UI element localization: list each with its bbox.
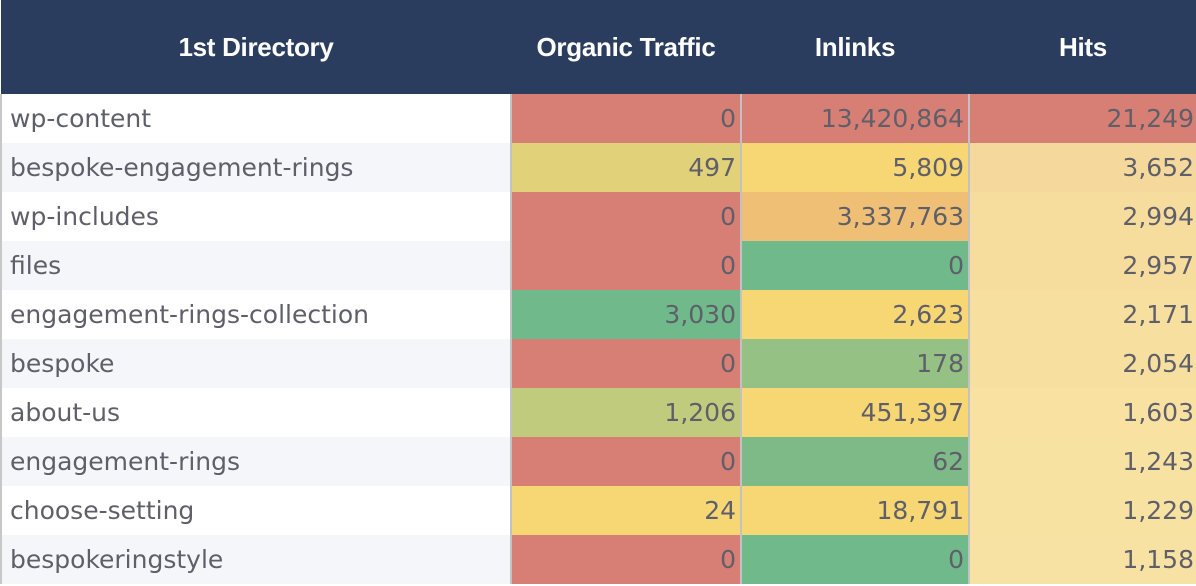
hits-cell: 2,054 bbox=[968, 339, 1196, 388]
hits-cell: 3,652 bbox=[968, 143, 1196, 192]
organic-traffic-cell: 0 bbox=[510, 192, 741, 241]
directory-cell: choose-setting bbox=[0, 486, 511, 535]
organic-traffic-cell: 1,206 bbox=[510, 388, 741, 437]
hits-cell: 2,957 bbox=[968, 241, 1196, 290]
organic-traffic-cell: 24 bbox=[510, 486, 741, 535]
table-row: bespoke 0 178 2,054 bbox=[0, 339, 1196, 388]
table-row: wp-content 0 13,420,864 21,249 bbox=[0, 94, 1196, 143]
header-hits[interactable]: Hits bbox=[969, 0, 1196, 94]
table-row: bespokeringstyle 0 0 1,158 bbox=[0, 535, 1196, 584]
organic-traffic-cell: 497 bbox=[510, 143, 741, 192]
directory-cell: bespoke bbox=[0, 339, 511, 388]
organic-traffic-cell: 0 bbox=[510, 241, 741, 290]
header-1st-directory[interactable]: 1st Directory bbox=[1, 0, 511, 94]
header-organic-traffic[interactable]: Organic Traffic bbox=[511, 0, 741, 94]
directory-cell: bespokeringstyle bbox=[0, 535, 511, 584]
directory-cell: bespoke-engagement-rings bbox=[0, 143, 511, 192]
inlinks-cell: 5,809 bbox=[740, 143, 969, 192]
organic-traffic-cell: 0 bbox=[510, 339, 741, 388]
inlinks-cell: 13,420,864 bbox=[740, 94, 969, 143]
hits-cell: 2,171 bbox=[968, 290, 1196, 339]
table-row: choose-setting 24 18,791 1,229 bbox=[0, 486, 1196, 535]
directory-cell: engagement-rings-collection bbox=[0, 290, 511, 339]
inlinks-cell: 62 bbox=[740, 437, 969, 486]
inlinks-cell: 178 bbox=[740, 339, 969, 388]
directory-cell: about-us bbox=[0, 388, 511, 437]
header-row: 1st Directory Organic Traffic Inlinks Hi… bbox=[1, 0, 1196, 94]
table-row: engagement-rings-collection 3,030 2,623 2,1… bbox=[0, 290, 1196, 339]
organic-traffic-cell: 0 bbox=[510, 94, 741, 143]
header-inlinks[interactable]: Inlinks bbox=[741, 0, 969, 94]
directory-cell: wp-includes bbox=[0, 192, 511, 241]
inlinks-cell: 451,397 bbox=[740, 388, 969, 437]
table-row: files 0 0 2,957 bbox=[0, 241, 1196, 290]
table-row: bespoke-engagement-rings 497 5,809 3,652 bbox=[0, 143, 1196, 192]
hits-cell: 1,158 bbox=[968, 535, 1196, 584]
directory-table: 1st Directory Organic Traffic Inlinks Hi… bbox=[0, 0, 1196, 584]
directory-cell: files bbox=[0, 241, 511, 290]
inlinks-cell: 0 bbox=[740, 535, 969, 584]
inlinks-cell: 18,791 bbox=[740, 486, 969, 535]
organic-traffic-cell: 0 bbox=[510, 535, 741, 584]
hits-cell: 1,243 bbox=[968, 437, 1196, 486]
organic-traffic-cell: 3,030 bbox=[510, 290, 741, 339]
directory-cell: engagement-rings bbox=[0, 437, 511, 486]
inlinks-cell: 2,623 bbox=[740, 290, 969, 339]
inlinks-cell: 0 bbox=[740, 241, 969, 290]
directory-cell: wp-content bbox=[0, 94, 511, 143]
table-row: wp-includes 0 3,337,763 2,994 bbox=[0, 192, 1196, 241]
hits-cell: 1,229 bbox=[968, 486, 1196, 535]
inlinks-cell: 3,337,763 bbox=[740, 192, 969, 241]
hits-cell: 1,603 bbox=[968, 388, 1196, 437]
table-row: about-us 1,206 451,397 1,603 bbox=[0, 388, 1196, 437]
table-row: engagement-rings 0 62 1,243 bbox=[0, 437, 1196, 486]
hits-cell: 2,994 bbox=[968, 192, 1196, 241]
organic-traffic-cell: 0 bbox=[510, 437, 741, 486]
hits-cell: 21,249 bbox=[968, 94, 1196, 143]
